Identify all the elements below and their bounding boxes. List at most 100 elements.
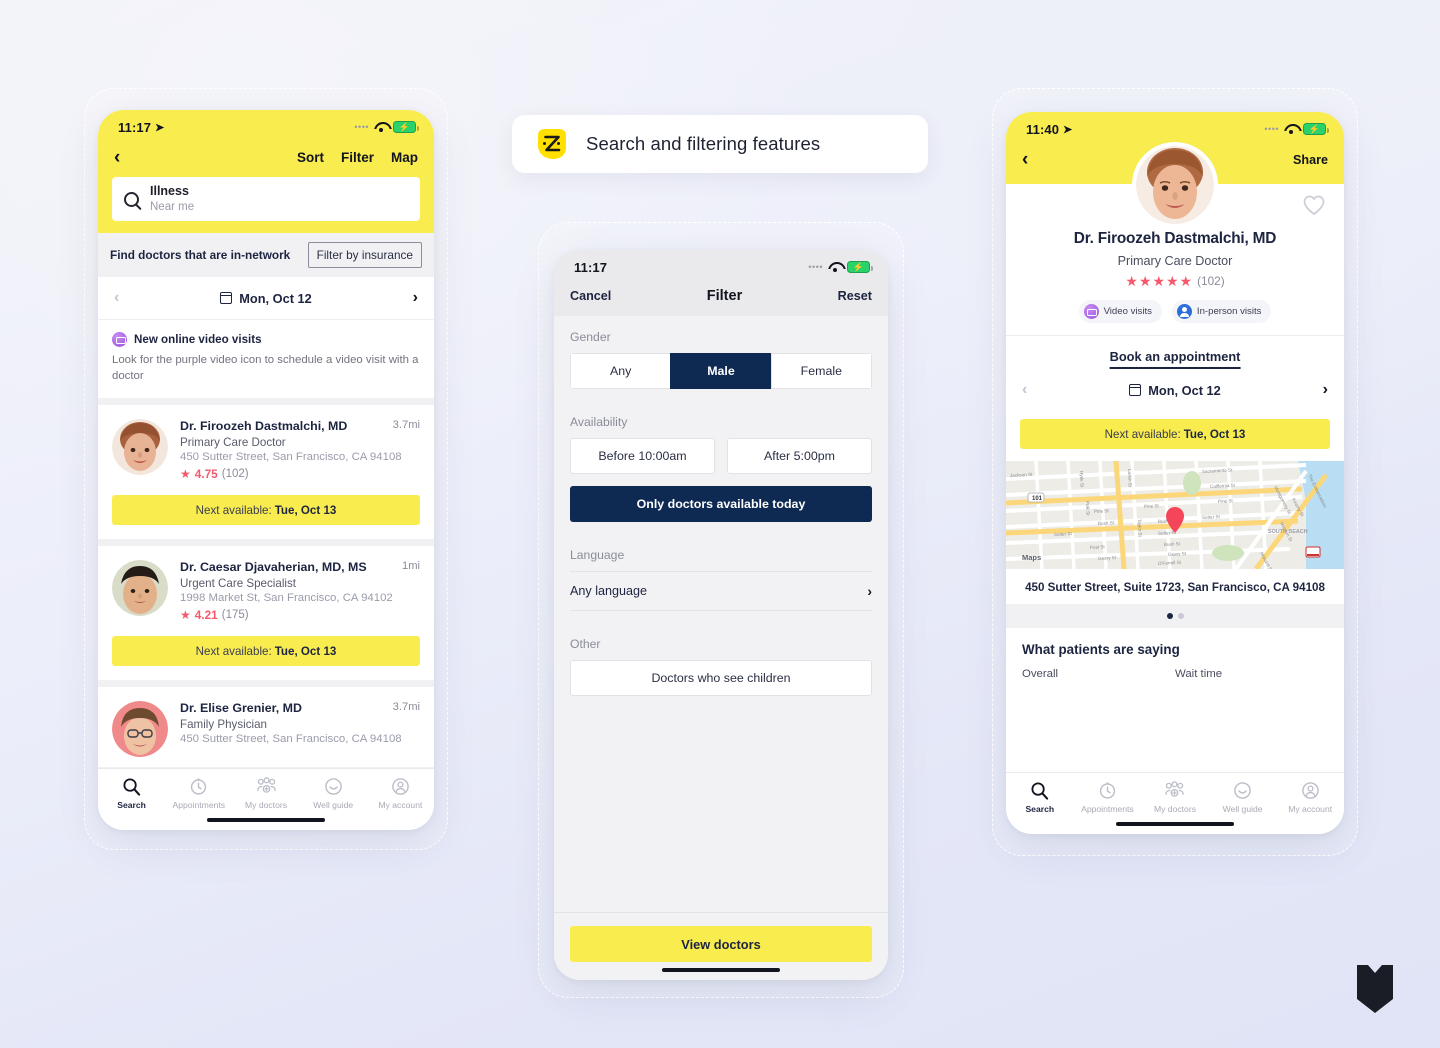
date-prev-icon[interactable]: ‹ <box>1022 381 1027 399</box>
account-circle-icon <box>392 778 409 795</box>
status-time: 11:17 ➤ <box>118 120 164 135</box>
carousel-dot[interactable] <box>1177 613 1184 619</box>
review-column-wait-time: Wait time <box>1175 668 1223 680</box>
tab-my-account[interactable]: My account <box>367 777 434 810</box>
video-visits-pill[interactable]: Video visits <box>1078 300 1162 323</box>
avatar <box>112 701 168 758</box>
filter-button[interactable]: Filter <box>341 150 374 165</box>
search-query-value: Illness <box>150 183 189 198</box>
avatar <box>1132 142 1218 228</box>
svg-text:Bush St: Bush St <box>1098 520 1115 526</box>
cancel-button[interactable]: Cancel <box>570 289 611 303</box>
date-next-icon[interactable]: › <box>413 289 418 307</box>
map-button[interactable]: Map <box>391 150 418 165</box>
gender-section-label: Gender <box>570 330 611 344</box>
view-doctors-button[interactable]: View doctors <box>570 926 872 962</box>
next-available-label: Next available: <box>195 644 272 658</box>
promo-body: Look for the purple video icon to schedu… <box>112 354 419 383</box>
language-select-row[interactable]: Any language › <box>570 571 872 611</box>
doctor-info: Dr. Elise Grenier, MD 3.7mi Family Physi… <box>180 701 420 757</box>
share-button[interactable]: Share <box>1293 153 1328 167</box>
smiley-icon <box>1234 782 1251 799</box>
tab-label: Well guide <box>313 800 354 810</box>
tab-my-account[interactable]: My account <box>1276 781 1344 814</box>
date-picker-value[interactable]: Mon, Oct 12 <box>219 291 312 306</box>
doctor-card-top: Dr. Firoozeh Dastmalchi, MD 3.7mi Primar… <box>98 405 434 491</box>
gender-option-any[interactable]: Any <box>570 353 672 389</box>
tab-label: Search <box>1025 804 1055 814</box>
svg-text:Pine St: Pine St <box>1094 508 1110 514</box>
battery-charging-icon: ⚡ <box>393 121 419 133</box>
gender-option-male[interactable]: Male <box>670 353 772 389</box>
calendar-icon <box>1128 384 1142 396</box>
date-next-icon[interactable]: › <box>1323 381 1328 399</box>
tab-search[interactable]: Search <box>1006 781 1074 814</box>
date-picker: ‹ Mon, Oct 12 › <box>1006 369 1344 411</box>
availability-after-5pm-button[interactable]: After 5:00pm <box>727 438 872 474</box>
next-available-button[interactable]: Next available: Tue, Oct 13 <box>112 495 420 526</box>
search-icon <box>123 778 141 796</box>
tab-my-doctors[interactable]: My doctors <box>1141 781 1209 814</box>
tab-label: My account <box>378 800 423 810</box>
status-time-text: 11:40 <box>1026 121 1060 137</box>
status-time: 11:17 <box>574 259 608 275</box>
tab-appointments[interactable]: Appointments <box>1074 781 1142 814</box>
chevron-right-icon: › <box>867 583 872 599</box>
doctor-card[interactable]: Dr. Elise Grenier, MD 3.7mi Family Physi… <box>98 687 434 775</box>
doctor-card[interactable]: Dr. Firoozeh Dastmalchi, MD 3.7mi Primar… <box>98 405 434 547</box>
book-appointment-title: Book an appointment <box>1109 349 1241 369</box>
doctors-who-see-children-button[interactable]: Doctors who see children <box>570 660 872 696</box>
svg-text:101: 101 <box>1032 496 1043 502</box>
svg-text:Geary St: Geary St <box>1168 551 1187 557</box>
review-column-overall: Overall <box>1022 668 1059 680</box>
signal-dots-icon: •••• <box>808 261 823 272</box>
doctor-name: Dr. Caesar Djavaherian, MD, MS <box>180 560 367 575</box>
tab-label: Well guide <box>1222 804 1263 814</box>
reviews-title: What patients are saying <box>1022 642 1180 657</box>
language-section-label: Language <box>570 548 625 562</box>
carousel-dot-active[interactable] <box>1166 613 1173 619</box>
search-input[interactable]: Illness Near me <box>112 177 420 221</box>
stars-icon: ★★★★★ <box>1125 273 1194 289</box>
filter-by-insurance-button[interactable]: Filter by insurance <box>307 242 422 268</box>
pill-label: In-person visits <box>1196 306 1262 317</box>
doctor-card[interactable]: Dr. Caesar Djavaherian, MD, MS 1mi Urgen… <box>98 546 434 688</box>
home-indicator <box>1116 822 1234 826</box>
account-circle-icon <box>1301 782 1319 799</box>
video-camera-icon <box>1083 304 1099 319</box>
location-map[interactable]: Jackson St Sacramento St California St P… <box>1006 461 1344 569</box>
filter-title: Filter <box>706 288 743 304</box>
doctor-rating: ★ 4.21 (175) <box>180 608 420 622</box>
back-icon[interactable]: ‹ <box>114 148 120 167</box>
heart-outline-icon[interactable] <box>1302 194 1326 221</box>
gender-option-female[interactable]: Female <box>770 353 872 389</box>
next-available-button[interactable]: Next available: Tue, Oct 13 <box>112 636 420 667</box>
reset-button[interactable]: Reset <box>838 289 872 303</box>
rating-count: (175) <box>221 609 249 622</box>
back-icon[interactable]: ‹ <box>1022 150 1028 169</box>
date-picker-value[interactable]: Mon, Oct 12 <box>1128 383 1221 398</box>
doctor-name-row: Dr. Caesar Djavaherian, MD, MS 1mi <box>180 560 420 574</box>
svg-text:Geary St: Geary St <box>1098 555 1117 561</box>
status-time-text: 11:17 <box>118 119 152 135</box>
tab-well-guide[interactable]: Well guide <box>300 777 367 810</box>
date-picker: ‹ Mon, Oct 12 › <box>98 277 434 320</box>
tab-appointments[interactable]: Appointments <box>165 777 232 810</box>
availability-before-10am-button[interactable]: Before 10:00am <box>570 438 715 474</box>
tab-search[interactable]: Search <box>98 777 165 810</box>
status-indicators: •••• ⚡ <box>808 261 873 273</box>
ms-shield-logo <box>1352 962 1398 1016</box>
star-icon: ★ <box>180 467 191 482</box>
battery-charging-icon: ⚡ <box>1303 123 1329 135</box>
only-available-today-button[interactable]: Only doctors available today <box>570 486 872 522</box>
tab-my-doctors[interactable]: My doctors <box>232 777 299 810</box>
battery-charging-icon: ⚡ <box>847 261 873 273</box>
sort-button[interactable]: Sort <box>297 150 324 165</box>
in-person-visits-pill[interactable]: In-person visits <box>1171 300 1272 323</box>
tab-well-guide[interactable]: Well guide <box>1209 781 1277 814</box>
date-prev-icon[interactable]: ‹ <box>114 289 119 307</box>
doctor-specialty: Primary Care Doctor <box>1117 254 1233 268</box>
filter-footer: View doctors <box>554 912 888 980</box>
rating-value: 4.21 <box>194 608 218 623</box>
next-available-button[interactable]: Next available: Tue, Oct 13 <box>1020 419 1330 449</box>
